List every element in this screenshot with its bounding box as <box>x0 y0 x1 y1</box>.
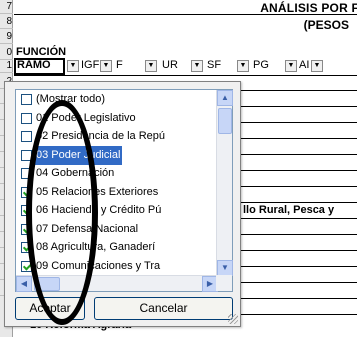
igf-filter-button[interactable]: ▼ <box>100 60 112 72</box>
column-header-sf: SF <box>207 59 222 71</box>
filter-item-label: 07 Defensa Nacional <box>36 222 139 235</box>
row-number[interactable]: 0 <box>0 46 13 60</box>
column-header-ur: UR <box>162 59 178 71</box>
resize-grip-icon[interactable] <box>228 314 238 324</box>
column-header-f: F <box>116 59 123 71</box>
scroll-down-icon[interactable]: ▼ <box>217 260 233 276</box>
checkbox-checked-icon[interactable] <box>21 242 32 253</box>
pg-filter-button[interactable]: ▼ <box>285 60 297 72</box>
grid-line <box>241 298 357 299</box>
grid-line <box>241 154 357 155</box>
filter-list-item[interactable]: 07 Defensa Nacional <box>16 220 218 239</box>
column-header-igf: IGF <box>81 59 100 71</box>
checkbox-icon[interactable] <box>21 168 32 179</box>
grid-line <box>241 266 357 267</box>
scroll-left-icon[interactable]: ◀ <box>16 276 32 292</box>
scroll-corner <box>216 275 232 291</box>
grid-line <box>241 122 357 123</box>
grid-line <box>241 138 357 139</box>
grid-line <box>241 106 357 107</box>
filter-list-item[interactable]: 08 Agricultura, Ganaderí <box>16 238 218 257</box>
column-header-ai: AI <box>299 59 310 71</box>
cancel-button[interactable]: Cancelar <box>94 297 233 320</box>
filter-item-label: (Mostrar todo) <box>36 93 106 105</box>
cell-text: llo Rural, Pesca y <box>243 204 335 216</box>
column-header-pg: PG <box>253 59 269 71</box>
ok-button[interactable]: Aceptar <box>15 297 85 320</box>
sf-filter-button[interactable]: ▼ <box>237 60 249 72</box>
checkbox-icon[interactable] <box>21 149 32 161</box>
filter-item-label: 01 Poder Legislativo <box>36 111 136 124</box>
filter-item-label: 05 Relaciones Exteriores <box>36 185 159 198</box>
grid-line <box>241 186 357 187</box>
checkbox-checked-icon[interactable] <box>21 260 32 272</box>
ramo-filter-button[interactable]: ▼ <box>67 60 79 72</box>
filter-list-item[interactable]: 06 Hacienda y Crédito Pú <box>16 201 218 220</box>
checkbox-icon[interactable] <box>21 94 32 105</box>
grid-line <box>241 234 357 235</box>
vertical-scrollbar[interactable]: ▲ ▼ <box>216 90 233 276</box>
grid-line <box>241 90 357 91</box>
horizontal-scrollbar[interactable]: ◀ ▶ <box>16 275 218 292</box>
filter-list-item[interactable]: 04 Gobernación <box>16 164 218 183</box>
ur-filter-button[interactable]: ▼ <box>191 60 203 72</box>
checkbox-checked-icon[interactable] <box>21 205 32 216</box>
grid-line <box>241 202 357 203</box>
filter-item-label: 03 Poder Judicial <box>34 145 123 165</box>
row-number[interactable]: 7 <box>0 0 13 14</box>
filter-item-label: 08 Agricultura, Ganaderí <box>36 241 156 253</box>
filter-list-item[interactable]: (Mostrar todo) <box>16 90 218 109</box>
filter-list-item[interactable]: 05 Relaciones Exteriores <box>16 183 218 202</box>
ramo-label: RAMO <box>17 59 51 71</box>
filter-item-label: 09 Comunicaciones y Tra <box>36 259 161 272</box>
row-number[interactable]: 8 <box>0 15 13 29</box>
report-subtitle: (PESOS <box>303 18 349 32</box>
autofilter-dropdown: (Mostrar todo) 01 Poder Legislativo 02 Pre… <box>4 81 241 327</box>
checkbox-icon[interactable] <box>21 112 32 124</box>
scroll-up-icon[interactable]: ▲ <box>217 90 233 106</box>
grid-line <box>241 282 357 283</box>
grid-line <box>241 314 357 315</box>
vertical-scroll-thumb[interactable] <box>218 108 232 134</box>
horizontal-scroll-thumb[interactable] <box>34 277 60 291</box>
filter-list-item[interactable]: 02 Presidencia de la Repú <box>16 127 218 146</box>
row-number[interactable]: 1 <box>0 59 13 73</box>
filter-item-label: 04 Gobernación <box>36 167 115 179</box>
ai-filter-button[interactable]: ▼ <box>311 60 323 72</box>
row-number[interactable]: 9 <box>0 30 13 44</box>
checkbox-icon[interactable] <box>21 131 32 142</box>
grid-line <box>14 75 357 76</box>
filter-item-label: 06 Hacienda y Crédito Pú <box>36 204 162 216</box>
grid-line <box>241 250 357 251</box>
grid-line <box>241 170 357 171</box>
funcion-label: FUNCIÓN <box>16 46 67 58</box>
filter-list-item[interactable]: 09 Comunicaciones y Tra <box>16 257 218 276</box>
filter-item-label: 02 Presidencia de la Repú <box>36 130 166 142</box>
checkbox-checked-icon[interactable] <box>21 223 32 235</box>
checkbox-checked-icon[interactable] <box>21 186 32 198</box>
report-title: ANÁLISIS POR F <box>260 1 357 15</box>
grid-line <box>241 218 357 219</box>
filter-values-list[interactable]: (Mostrar todo) 01 Poder Legislativo 02 Pre… <box>15 89 233 292</box>
filter-list-item[interactable]: 03 Poder Judicial <box>16 145 218 165</box>
f-filter-button[interactable]: ▼ <box>145 60 157 72</box>
filter-list-item[interactable]: 01 Poder Legislativo <box>16 109 218 128</box>
